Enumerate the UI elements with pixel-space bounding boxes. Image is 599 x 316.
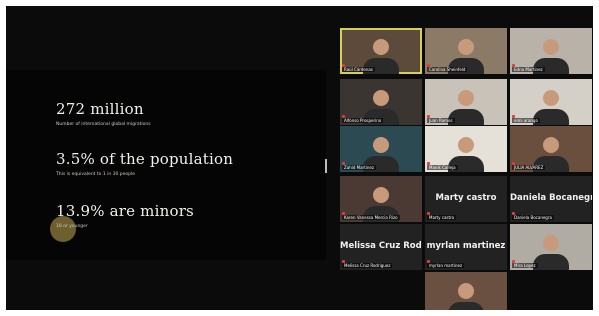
participant-name-label: Karen Vanessa Mercia Rizo <box>342 215 400 220</box>
participant-video-face <box>458 90 474 106</box>
participant-tile[interactable]: Raúl Cárdenas <box>340 28 422 74</box>
participant-tile[interactable]: Daniela Bocanegra Daniela Bocanegra <box>510 176 592 222</box>
participant-name-label: Marty castro <box>427 215 457 220</box>
participant-name-label: myrlan martinez <box>427 263 465 268</box>
participant-tile[interactable]: Marty castro Marty castro <box>425 176 507 222</box>
participant-video-face <box>543 235 559 251</box>
participant-video-face <box>373 39 389 55</box>
stat-detail: This is equivalent to 1 in 30 people <box>56 172 136 177</box>
participant-video-face <box>543 90 559 106</box>
participant-video-face <box>543 39 559 55</box>
split-view-drag-handle[interactable] <box>325 159 327 173</box>
participant-tile[interactable]: Melissa Cruz Rod... Melissa Cruz Rodrigue… <box>340 224 422 270</box>
participant-video-face <box>373 90 389 106</box>
participant-name-label: Zahid Martinez <box>342 165 376 170</box>
participant-tile[interactable]: Juan Ramos <box>425 79 507 125</box>
participant-name-label: JULIA ALVAREZ <box>512 165 546 170</box>
stat-headline: 272 million <box>56 100 144 118</box>
participant-tile[interactable]: myrlan martinez myrlan martinez <box>425 224 507 270</box>
stat-block: 272 million Number of international glob… <box>56 100 151 127</box>
participant-video-silhouette <box>533 254 569 270</box>
participant-display-name: Melissa Cruz Rod... <box>340 241 422 251</box>
participant-video-face <box>458 137 474 153</box>
participant-tile[interactable]: Mira Lopez <box>510 224 592 270</box>
stat-headline: 13.9% are minors <box>56 202 194 220</box>
stat-detail: Number of international global migration… <box>56 122 151 127</box>
participant-tile[interactable]: Karen Vanessa Mercia Rizo <box>340 176 422 222</box>
stat-block: 3.5% of the population This is equivalen… <box>56 150 233 177</box>
participant-name-label: Alfonso Prosperino <box>342 118 384 123</box>
participant-name-label: Manik Calleja <box>427 165 458 170</box>
stat-detail: 18 or younger <box>56 224 88 229</box>
participant-tile[interactable]: Edna Martinez <box>510 28 592 74</box>
participant-name-label: eimi arango <box>512 118 540 123</box>
participant-name-label: Mira Lopez <box>512 263 538 268</box>
stat-block: 13.9% are minors 18 or younger <box>56 202 194 229</box>
shared-screen[interactable]: 272 million Number of international glob… <box>6 70 326 260</box>
participant-tile[interactable]: JULIA ALVAREZ <box>510 126 592 172</box>
participant-tile[interactable]: Carolina Sheinfeld <box>425 28 507 74</box>
participant-video-face <box>373 187 389 203</box>
participant-video-face <box>458 39 474 55</box>
participant-display-name: Marty castro <box>435 193 497 203</box>
stat-headline: 3.5% of the population <box>56 150 234 168</box>
participant-tile[interactable]: Alfonso Prosperino <box>340 79 422 125</box>
participant-display-name: myrlan martinez <box>426 241 506 251</box>
participant-tile[interactable]: Zahid Martinez <box>340 126 422 172</box>
participant-name-label: Daniela Bocanegra <box>512 215 554 220</box>
participant-name-label: Raúl Cárdenas <box>342 67 375 72</box>
participant-name-label: Edna Martinez <box>512 67 545 72</box>
participant-video-face <box>458 283 474 299</box>
participant-name-label: Juan Ramos <box>427 118 455 123</box>
participant-tile[interactable]: Manik Calleja <box>425 126 507 172</box>
participant-video-face <box>373 137 389 153</box>
participant-tile[interactable]: eimi arango <box>510 79 592 125</box>
participant-name-label: Carolina Sheinfeld <box>427 67 468 72</box>
zoom-meeting-window: 272 million Number of international glob… <box>6 6 593 310</box>
participant-video-silhouette <box>448 302 484 310</box>
participant-video-face <box>543 137 559 153</box>
participant-name-label: Melissa Cruz Rodriguez <box>342 263 393 268</box>
participant-display-name: Daniela Bocanegra <box>510 193 592 203</box>
participant-tile[interactable] <box>425 272 507 310</box>
